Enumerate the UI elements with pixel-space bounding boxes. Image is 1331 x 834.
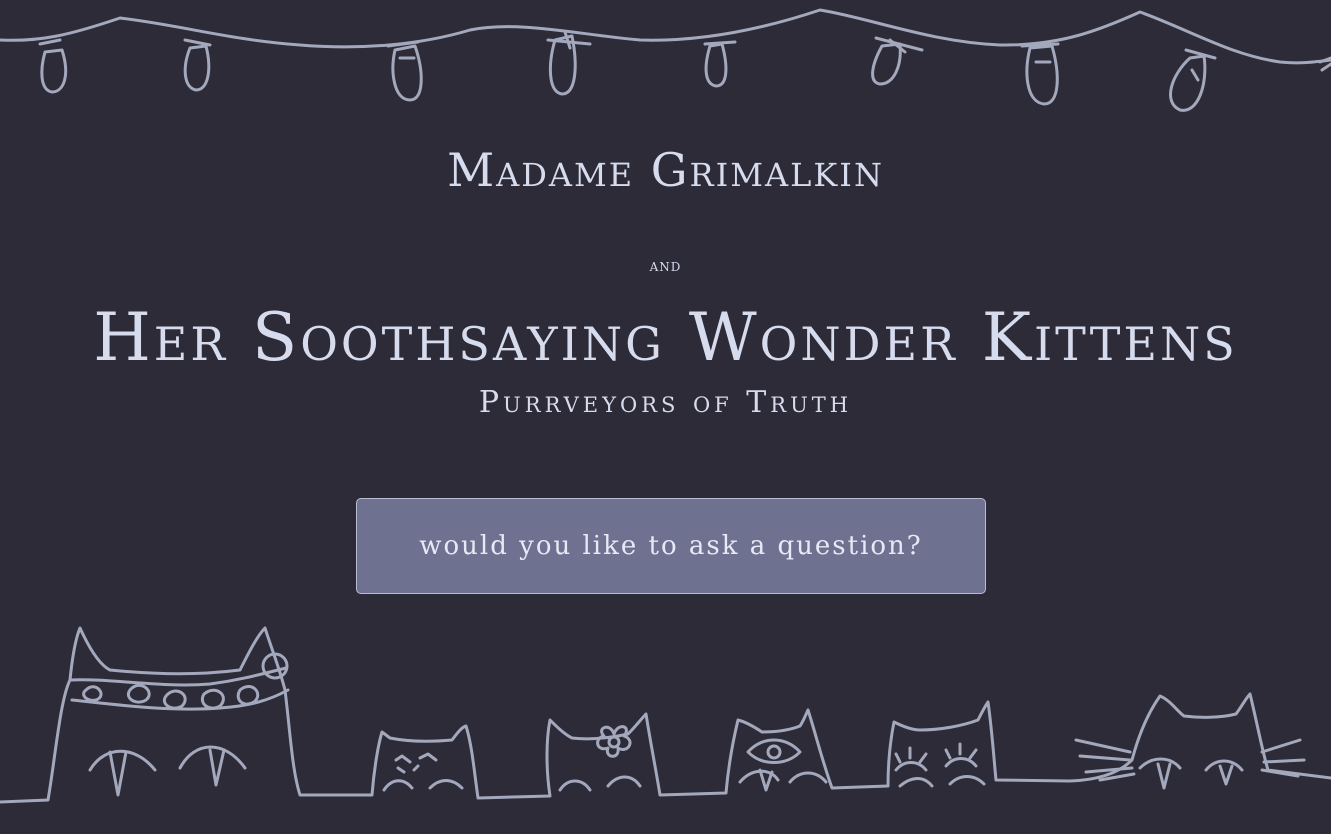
fortune-teller-name: Madame Grimalkin	[447, 143, 884, 197]
page-title: Her Soothsaying Wonder Kittens	[93, 299, 1238, 376]
tagline: Purrveyors of Truth	[478, 385, 853, 420]
page: Madame Grimalkin and Her Soothsaying Won…	[0, 0, 1331, 834]
title-connector: and	[649, 256, 682, 276]
string-lights-icon	[0, 8, 1331, 112]
peeking-cats-icon	[0, 626, 1331, 804]
ask-question-button[interactable]: would you like to ask a question?	[356, 498, 986, 594]
